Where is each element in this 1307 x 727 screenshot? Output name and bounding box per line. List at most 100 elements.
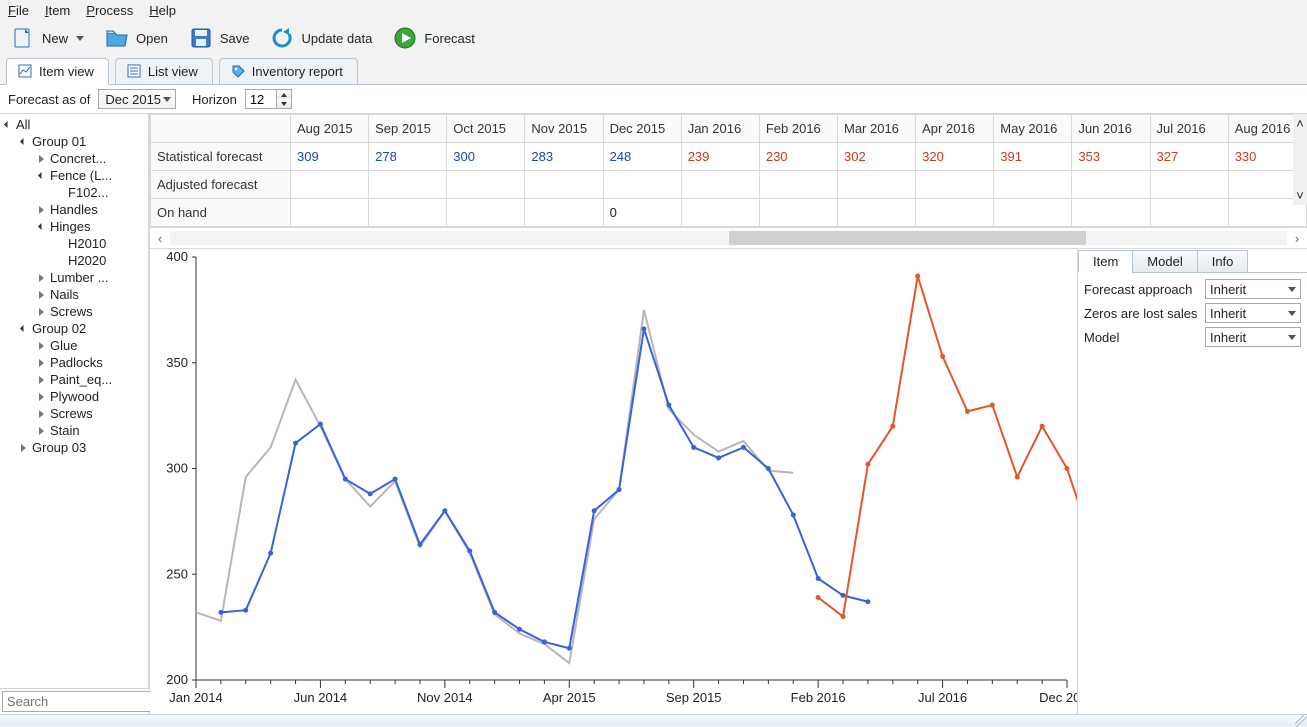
tab-item-view[interactable]: Item view bbox=[6, 58, 109, 85]
menu-item[interactable]: Item bbox=[45, 3, 70, 18]
forecast-approach-select[interactable]: Inherit bbox=[1205, 279, 1301, 299]
grid-cell[interactable]: 239 bbox=[681, 143, 759, 171]
scroll-left-icon[interactable]: ‹ bbox=[150, 231, 170, 246]
scroll-up-icon[interactable]: ˄ bbox=[1294, 114, 1306, 133]
item-tree[interactable]: All Group 01 Concret... Fence (L... F102… bbox=[0, 114, 149, 688]
svg-text:Jul 2016: Jul 2016 bbox=[918, 690, 967, 705]
scroll-track[interactable] bbox=[170, 231, 1287, 245]
grid-cell[interactable]: 353 bbox=[1072, 143, 1150, 171]
tree-search-bar bbox=[0, 688, 149, 714]
grid-cell[interactable] bbox=[291, 199, 369, 227]
forecast-grid[interactable]: Aug 2015Sep 2015Oct 2015Nov 2015Dec 2015… bbox=[150, 114, 1307, 227]
menu-file[interactable]: File bbox=[8, 3, 29, 18]
grid-cell[interactable] bbox=[525, 171, 603, 199]
tree-node-fence[interactable]: Fence (L... bbox=[0, 167, 146, 184]
grid-cell[interactable]: 278 bbox=[369, 143, 447, 171]
grid-cell[interactable] bbox=[291, 171, 369, 199]
forecast-button[interactable]: Forecast bbox=[388, 23, 479, 53]
tree-pane: All Group 01 Concret... Fence (L... F102… bbox=[0, 114, 150, 714]
tree-node-nails[interactable]: Nails bbox=[0, 286, 146, 303]
grid-cell[interactable] bbox=[1072, 171, 1150, 199]
grid-vertical-scrollbar[interactable]: ˄ ˅ bbox=[1293, 114, 1307, 205]
grid-cell[interactable]: 230 bbox=[759, 143, 837, 171]
grid-cell[interactable] bbox=[1150, 171, 1228, 199]
tree-node-h2010[interactable]: H2010 bbox=[0, 235, 146, 252]
horizon-spinner[interactable] bbox=[245, 89, 292, 109]
grid-horizontal-scrollbar[interactable]: ‹ › bbox=[150, 227, 1307, 249]
tree-node-group01[interactable]: Group 01 bbox=[0, 133, 146, 150]
tree-node-screws2[interactable]: Screws bbox=[0, 405, 146, 422]
grid-cell[interactable]: 300 bbox=[447, 143, 525, 171]
grid-cell[interactable]: 302 bbox=[837, 143, 915, 171]
grid-cell[interactable] bbox=[994, 199, 1072, 227]
grid-cell[interactable]: 309 bbox=[291, 143, 369, 171]
open-button[interactable]: Open bbox=[100, 23, 172, 53]
grid-cell[interactable]: 391 bbox=[994, 143, 1072, 171]
grid-cell[interactable] bbox=[837, 171, 915, 199]
grid-col-header: Feb 2016 bbox=[759, 115, 837, 143]
spin-down-button[interactable] bbox=[277, 99, 291, 108]
new-file-icon bbox=[10, 25, 36, 51]
grid-cell[interactable] bbox=[1072, 199, 1150, 227]
grid-cell[interactable]: 283 bbox=[525, 143, 603, 171]
spin-up-button[interactable] bbox=[277, 90, 291, 99]
horizon-input[interactable] bbox=[246, 92, 276, 107]
grid-cell[interactable] bbox=[994, 171, 1072, 199]
new-button[interactable]: New bbox=[6, 23, 88, 53]
grid-cell[interactable] bbox=[681, 199, 759, 227]
tree-node-lumber[interactable]: Lumber ... bbox=[0, 269, 146, 286]
props-tab-info[interactable]: Info bbox=[1197, 250, 1249, 273]
list-view-icon bbox=[126, 63, 142, 79]
grid-cell[interactable]: 320 bbox=[916, 143, 994, 171]
menu-help[interactable]: Help bbox=[149, 3, 176, 18]
grid-cell[interactable]: 327 bbox=[1150, 143, 1228, 171]
grid-cell[interactable]: 0 bbox=[603, 199, 681, 227]
tab-list-view[interactable]: List view bbox=[115, 58, 213, 85]
tree-node-screws[interactable]: Screws bbox=[0, 303, 146, 320]
zeros-select[interactable]: Inherit bbox=[1205, 303, 1301, 323]
tree-node-plywood[interactable]: Plywood bbox=[0, 388, 146, 405]
forecast-asof-select[interactable]: Dec 2015 bbox=[98, 89, 176, 109]
scroll-thumb[interactable] bbox=[729, 231, 1086, 245]
grid-cell[interactable] bbox=[369, 199, 447, 227]
toolbar: New Open Save Update data Forecast bbox=[0, 21, 1307, 57]
props-tab-item[interactable]: Item bbox=[1078, 250, 1133, 273]
grid-cell[interactable] bbox=[603, 171, 681, 199]
scroll-down-icon[interactable]: ˅ bbox=[1294, 186, 1306, 205]
item-view-icon bbox=[17, 63, 33, 79]
props-tab-model[interactable]: Model bbox=[1132, 250, 1197, 273]
grid-cell[interactable] bbox=[837, 199, 915, 227]
tree-node-glue[interactable]: Glue bbox=[0, 337, 146, 354]
grid-cell[interactable] bbox=[759, 171, 837, 199]
model-select[interactable]: Inherit bbox=[1205, 327, 1301, 347]
tree-node-stain[interactable]: Stain bbox=[0, 422, 146, 439]
tab-inventory-report[interactable]: Inventory report bbox=[219, 58, 358, 85]
scroll-right-icon[interactable]: › bbox=[1287, 231, 1307, 246]
tree-node-padlocks[interactable]: Padlocks bbox=[0, 354, 146, 371]
tree-node-handles[interactable]: Handles bbox=[0, 201, 146, 218]
save-button[interactable]: Save bbox=[184, 23, 254, 53]
tree-node-f102[interactable]: F102... bbox=[0, 184, 146, 201]
menu-process[interactable]: Process bbox=[86, 3, 133, 18]
grid-cell[interactable] bbox=[447, 199, 525, 227]
tree-node-paint[interactable]: Paint_eq... bbox=[0, 371, 146, 388]
grid-cell[interactable] bbox=[681, 171, 759, 199]
tree-node-group03[interactable]: Group 03 bbox=[0, 439, 146, 456]
tree-node-concret[interactable]: Concret... bbox=[0, 150, 146, 167]
grid-cell[interactable] bbox=[447, 171, 525, 199]
update-data-button[interactable]: Update data bbox=[265, 23, 376, 53]
lower-pane: 200250300350400Jan 2014Jun 2014Nov 2014A… bbox=[150, 249, 1307, 714]
tree-node-hinges[interactable]: Hinges bbox=[0, 218, 146, 235]
tree-node-h2020[interactable]: H2020 bbox=[0, 252, 146, 269]
tree-node-group02[interactable]: Group 02 bbox=[0, 320, 146, 337]
grid-cell[interactable] bbox=[916, 199, 994, 227]
grid-cell[interactable] bbox=[525, 199, 603, 227]
grid-cell[interactable] bbox=[916, 171, 994, 199]
grid-cell[interactable]: 248 bbox=[603, 143, 681, 171]
grid-cell[interactable] bbox=[759, 199, 837, 227]
grid-cell[interactable] bbox=[369, 171, 447, 199]
tree-node-all[interactable]: All bbox=[0, 116, 146, 133]
grid-cell[interactable] bbox=[1150, 199, 1228, 227]
main: All Group 01 Concret... Fence (L... F102… bbox=[0, 114, 1307, 714]
chart-pane[interactable]: 200250300350400Jan 2014Jun 2014Nov 2014A… bbox=[150, 249, 1077, 714]
